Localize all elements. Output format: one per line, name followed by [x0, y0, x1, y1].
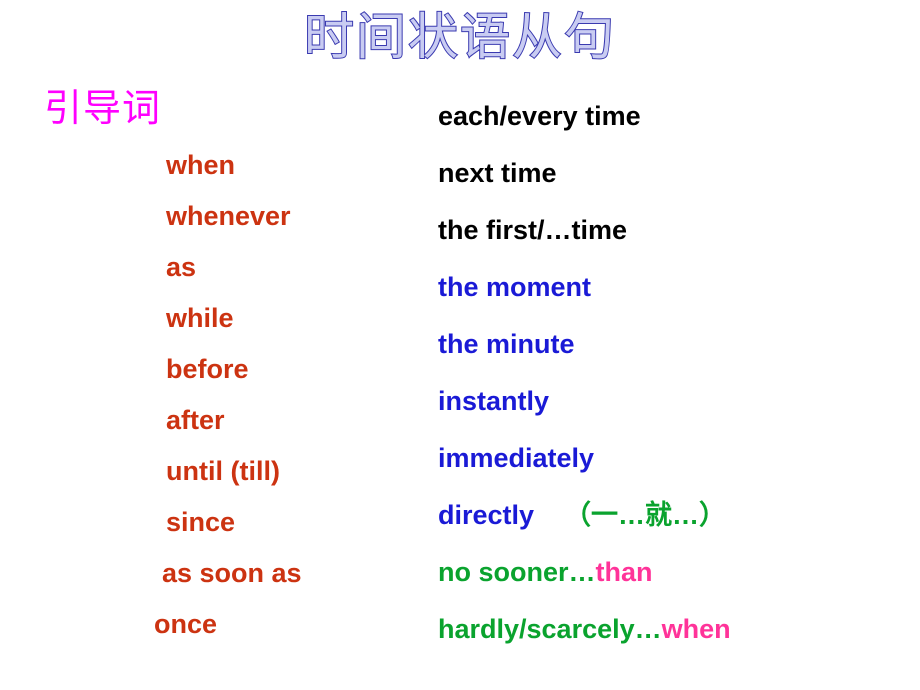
conjunction-label: after: [166, 405, 225, 435]
conjunction-label: before: [166, 354, 249, 384]
list-item: as: [0, 242, 420, 293]
list-item: immediately: [438, 430, 908, 487]
list-item: when: [0, 140, 420, 191]
left-column-heading: 引导词: [44, 86, 162, 130]
conjunction-correlative: when: [661, 614, 731, 644]
conjunction-label: whenever: [166, 201, 291, 231]
list-item: next time: [438, 145, 908, 202]
conjunction-chinese-note: （一…就…）: [564, 500, 727, 530]
conjunction-label: each/every time: [438, 101, 641, 131]
list-item: the moment: [438, 259, 908, 316]
list-item: directly （一…就…）: [438, 487, 908, 544]
conjunction-label: until (till): [166, 456, 280, 486]
conjunction-label: since: [166, 507, 236, 537]
conjunction-label: instantly: [438, 386, 550, 416]
conjunction-label: once: [154, 609, 218, 639]
conjunction-label: hardly/scarcely…: [438, 614, 662, 644]
list-item: instantly: [438, 373, 908, 430]
list-item: whenever: [0, 191, 420, 242]
conjunction-label: next time: [438, 158, 557, 188]
list-item: until (till): [0, 446, 420, 497]
page-title: 时间状语从句: [303, 7, 616, 67]
conjunction-list-right: each/every time next time the first/…tim…: [438, 88, 908, 658]
conjunction-label: the first/…time: [438, 215, 628, 245]
conjunction-label: as: [166, 252, 197, 282]
conjunction-list-left: when whenever as while before after unti…: [0, 140, 420, 650]
conjunction-label: no sooner…: [438, 557, 596, 587]
list-item: the first/…time: [438, 202, 908, 259]
conjunction-label: when: [166, 150, 236, 180]
list-item: since: [0, 497, 420, 548]
conjunction-label: as soon as: [162, 558, 302, 588]
list-item: the minute: [438, 316, 908, 373]
list-item: no sooner…than: [438, 544, 908, 601]
conjunction-label: while: [166, 303, 234, 333]
conjunction-label: the moment: [438, 272, 592, 302]
list-item: after: [0, 395, 420, 446]
list-item: while: [0, 293, 420, 344]
list-item: as soon as: [0, 548, 420, 599]
conjunction-label: directly: [438, 500, 535, 530]
list-item: each/every time: [438, 88, 908, 145]
list-item: before: [0, 344, 420, 395]
list-item: hardly/scarcely…when: [438, 601, 908, 658]
conjunction-label: immediately: [438, 443, 595, 473]
slide-root: 时间状语从句 引导词 when whenever as while before…: [0, 0, 920, 690]
conjunction-correlative: than: [595, 557, 653, 587]
conjunction-label: the minute: [438, 329, 575, 359]
list-item: once: [0, 599, 420, 650]
